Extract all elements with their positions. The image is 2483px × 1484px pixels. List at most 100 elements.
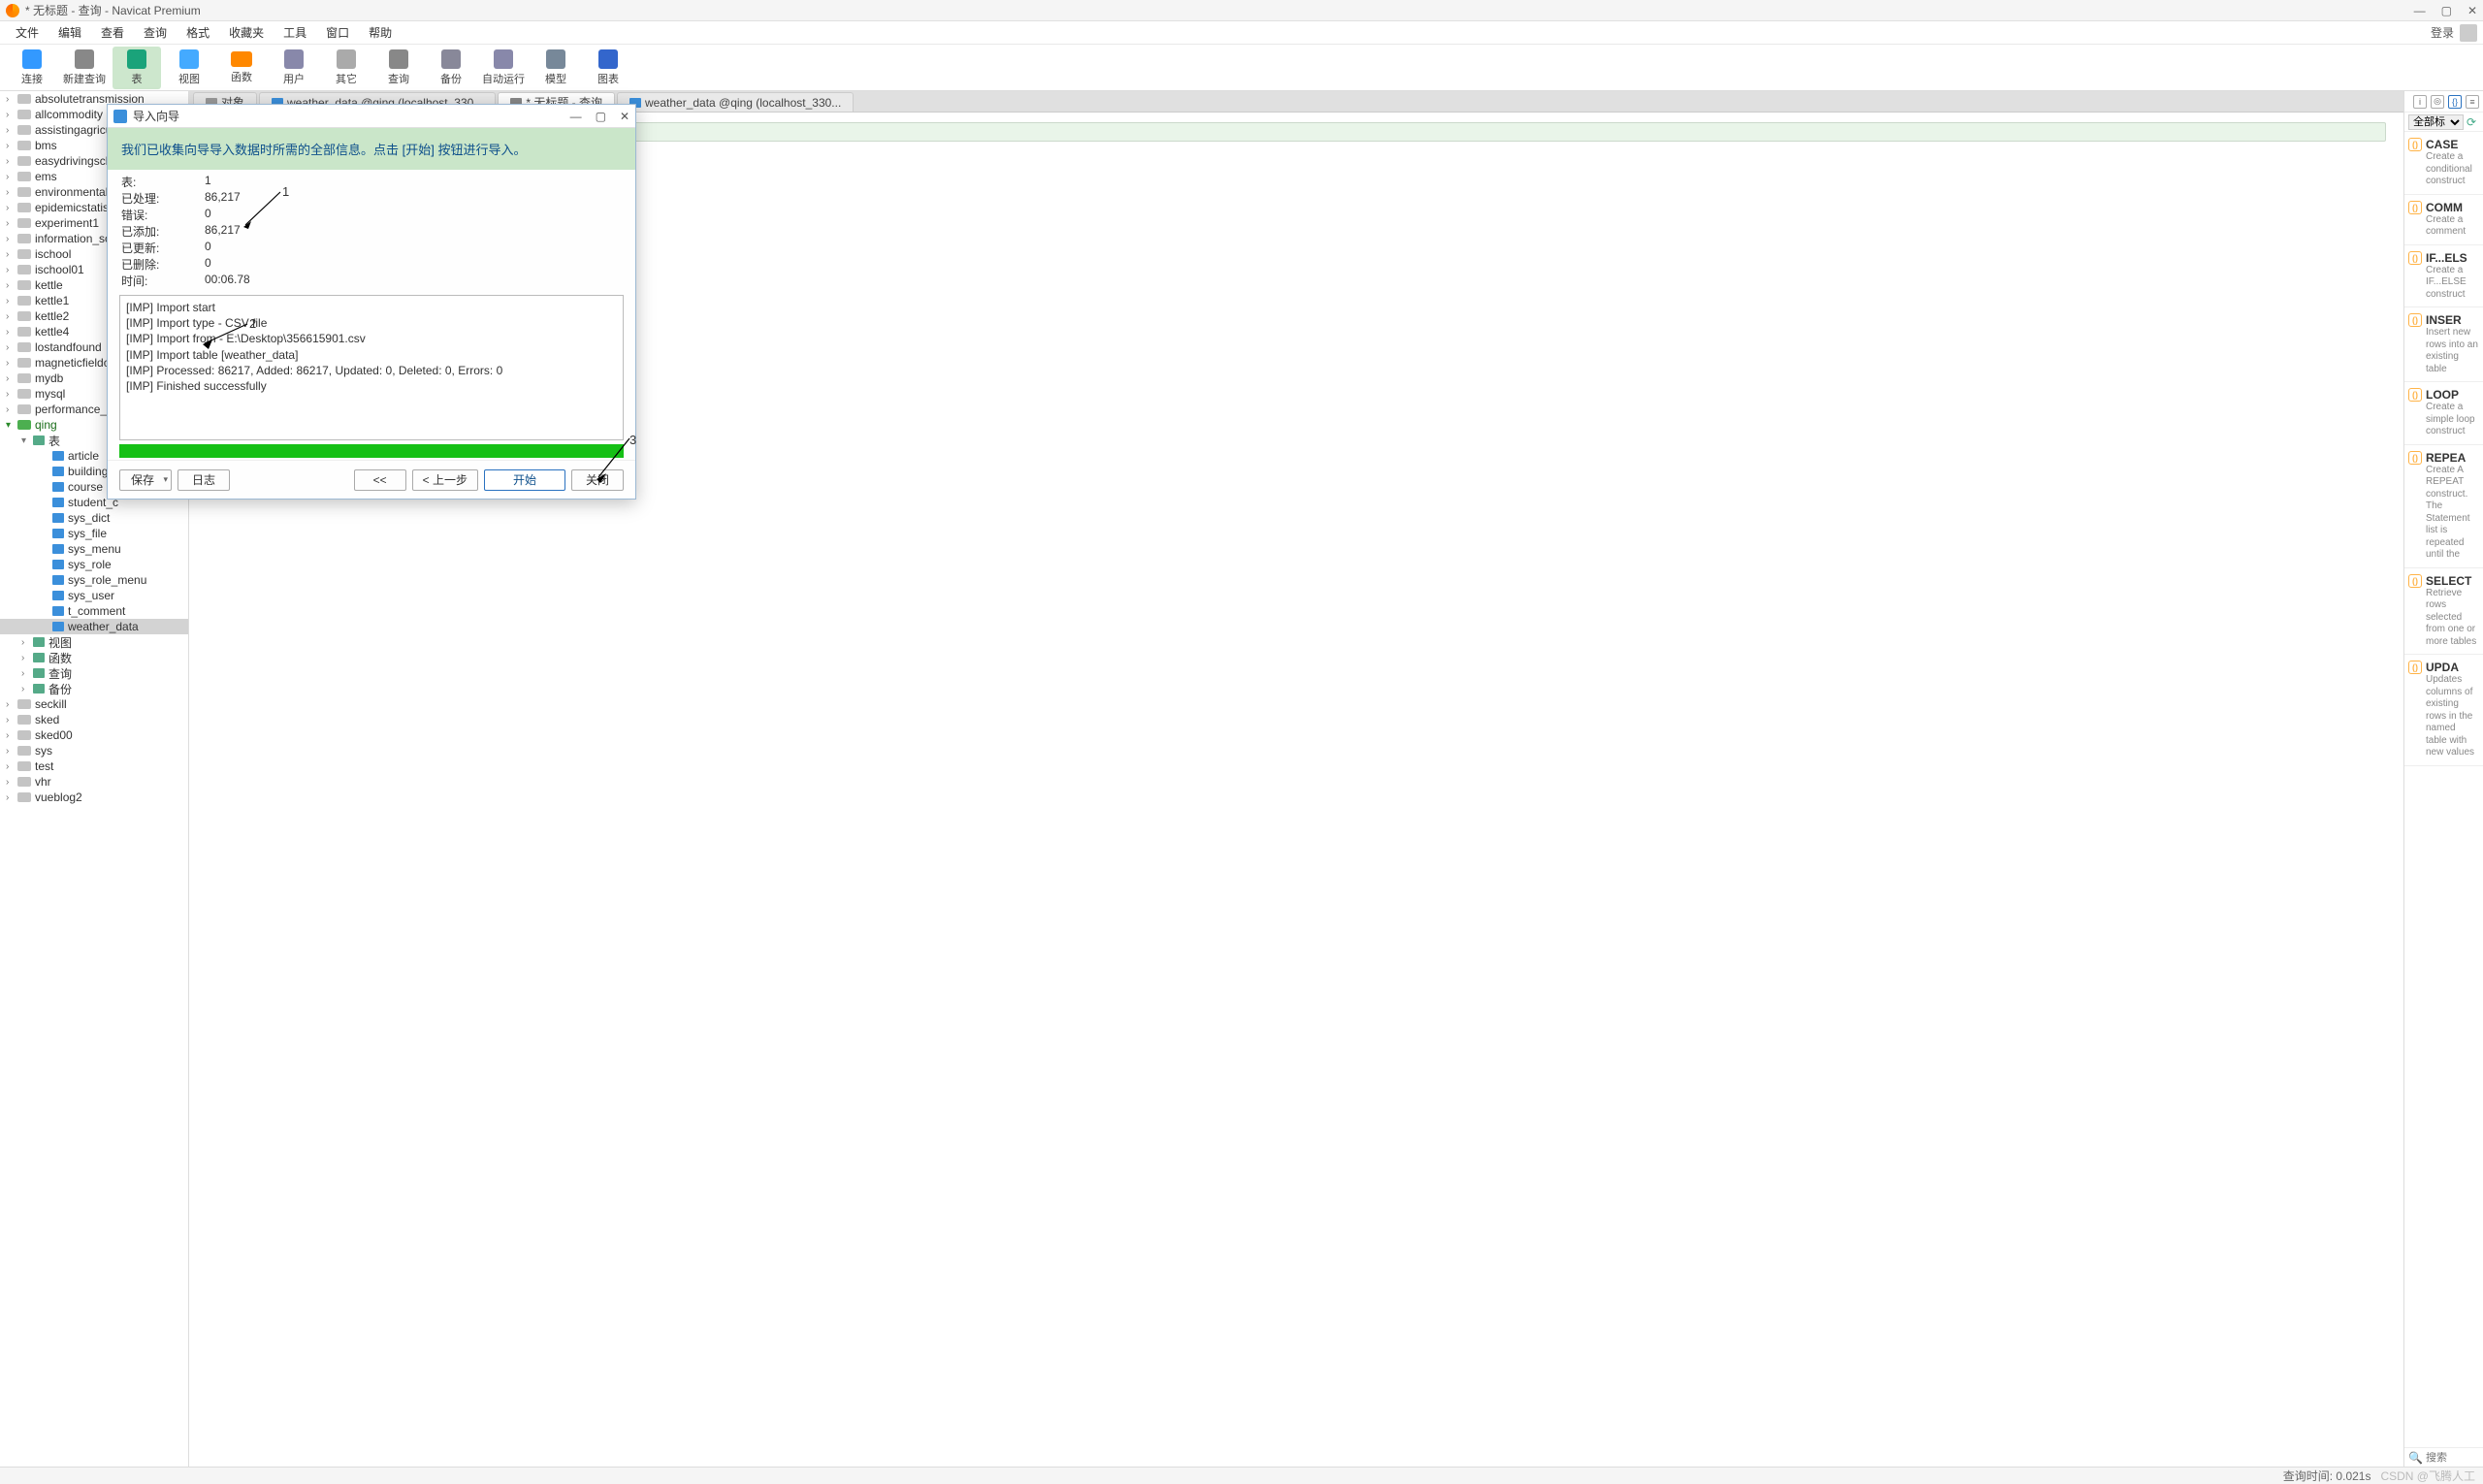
tree-item[interactable]: ›sked xyxy=(0,712,188,727)
tree-item[interactable]: ›seckill xyxy=(0,696,188,712)
toolbar-button[interactable]: 新建查询 xyxy=(60,47,109,89)
menu-item[interactable]: 查看 xyxy=(91,26,134,40)
toolbar-button[interactable]: 图表 xyxy=(584,47,632,89)
snippet-item[interactable]: ()UPDA Updates columns of existing rows … xyxy=(2404,655,2483,766)
tree-item[interactable]: sys_role_menu xyxy=(0,572,188,588)
tree-item[interactable]: ›sked00 xyxy=(0,727,188,743)
dialog-close-button[interactable]: ✕ xyxy=(620,110,629,123)
status-bar: 查询时间: 0.021s CSDN @飞腾人工 xyxy=(0,1467,2483,1484)
snippet-list[interactable]: ()CASE Create a conditional construct()C… xyxy=(2404,132,2483,1447)
snippet-item[interactable]: ()SELECT Retrieve rows selected from one… xyxy=(2404,568,2483,656)
database-icon xyxy=(17,94,31,104)
table-icon xyxy=(52,529,64,538)
snippet-item[interactable]: ()INSER Insert new rows into an existing… xyxy=(2404,307,2483,382)
tree-item[interactable]: t_comment xyxy=(0,603,188,619)
maximize-button[interactable]: ▢ xyxy=(2441,4,2452,17)
snippet-desc: Create a conditional construct xyxy=(2408,151,2479,188)
tree-label: vhr xyxy=(35,775,51,789)
tree-label: magneticfieldc xyxy=(35,356,110,370)
close-button[interactable]: ✕ xyxy=(2467,4,2477,17)
snippet-item[interactable]: ()IF...ELS Create a IF...ELSE construct xyxy=(2404,245,2483,308)
toolbar-button[interactable]: 表 xyxy=(113,47,161,89)
toolbar-label: 自动运行 xyxy=(482,71,525,86)
menu-item[interactable]: 查询 xyxy=(134,26,177,40)
tree-label: 函数 xyxy=(48,650,72,666)
toolbar-button[interactable]: 其它 xyxy=(322,47,371,89)
log-button[interactable]: 日志 xyxy=(177,469,230,491)
snippets-filter[interactable]: 全部标 ⟳ xyxy=(2404,113,2483,132)
toolbar-button[interactable]: 函数 xyxy=(217,47,266,89)
tree-label: environmentali xyxy=(35,185,111,199)
query-time-label: 查询时间: 0.021s xyxy=(2283,1468,2371,1484)
dialog-maximize-button[interactable]: ▢ xyxy=(596,110,606,123)
tree-item[interactable]: sys_user xyxy=(0,588,188,603)
refresh-icon[interactable]: ⟳ xyxy=(2464,115,2479,129)
tree-item[interactable]: sys_file xyxy=(0,526,188,541)
toolbar-button[interactable]: 视图 xyxy=(165,47,213,89)
tree-item[interactable]: ›函数 xyxy=(0,650,188,665)
toolbar-button[interactable]: 自动运行 xyxy=(479,47,528,89)
tree-item[interactable]: sys_role xyxy=(0,557,188,572)
tree-item[interactable]: ›vhr xyxy=(0,774,188,790)
first-page-button[interactable]: << xyxy=(354,469,406,491)
menu-item[interactable]: 编辑 xyxy=(48,26,91,40)
menu-item[interactable]: 文件 xyxy=(6,26,48,40)
toolbar-button[interactable]: 用户 xyxy=(270,47,318,89)
login-area[interactable]: 登录 xyxy=(2431,24,2477,42)
stat-processed-value: 86,217 xyxy=(205,190,622,207)
snippet-item[interactable]: ()CASE Create a conditional construct xyxy=(2404,132,2483,195)
toolbar-icon xyxy=(284,49,304,69)
snippet-desc: Create a IF...ELSE construct xyxy=(2408,265,2479,302)
info-icon[interactable]: i xyxy=(2413,95,2427,109)
snippet-item[interactable]: ()COMM Create a comment xyxy=(2404,195,2483,245)
menu-item[interactable]: 工具 xyxy=(274,26,316,40)
tree-item[interactable]: ›sys xyxy=(0,743,188,758)
snippets-filter-select[interactable]: 全部标 xyxy=(2408,114,2464,130)
eye-icon[interactable]: ◎ xyxy=(2431,95,2444,109)
toolbar-button[interactable]: 连接 xyxy=(8,47,56,89)
toolbar-label: 用户 xyxy=(283,71,305,86)
menu-item[interactable]: 格式 xyxy=(177,26,219,40)
snippet-item[interactable]: ()REPEA Create A REPEAT construct. The S… xyxy=(2404,445,2483,568)
tree-item[interactable]: weather_data xyxy=(0,619,188,634)
snippets-search[interactable]: 🔍 xyxy=(2404,1447,2483,1467)
snippet-item[interactable]: ()LOOP Create a simple loop construct xyxy=(2404,382,2483,445)
menu-item[interactable]: 窗口 xyxy=(316,26,359,40)
tree-label: ems xyxy=(35,170,57,183)
table-icon xyxy=(52,591,64,600)
toolbar-button[interactable]: 模型 xyxy=(532,47,580,89)
tree-item[interactable]: ›视图 xyxy=(0,634,188,650)
start-button[interactable]: 开始 xyxy=(484,469,565,491)
snippet-title: COMM xyxy=(2426,201,2463,214)
tree-item[interactable]: ›查询 xyxy=(0,665,188,681)
minimize-button[interactable]: ― xyxy=(2414,4,2426,17)
tree-label: weather_data xyxy=(68,620,139,633)
tree-label: seckill xyxy=(35,697,67,711)
database-icon xyxy=(17,234,31,243)
stat-tables-label: 表: xyxy=(121,174,199,190)
snippets-search-input[interactable] xyxy=(2426,1452,2479,1464)
toolbar-button[interactable]: 查询 xyxy=(374,47,423,89)
folder-icon xyxy=(33,653,45,662)
prev-step-button[interactable]: < 上一步 xyxy=(412,469,478,491)
tree-item[interactable]: ›备份 xyxy=(0,681,188,696)
braces-icon[interactable]: {} xyxy=(2448,95,2462,109)
menu-item[interactable]: 收藏夹 xyxy=(219,26,274,40)
list-icon[interactable]: ≡ xyxy=(2466,95,2479,109)
dialog-minimize-button[interactable]: ― xyxy=(570,110,582,123)
stat-tables-value: 1 xyxy=(205,174,622,190)
tree-item[interactable]: sys_dict xyxy=(0,510,188,526)
database-icon xyxy=(17,342,31,352)
tree-item[interactable]: sys_menu xyxy=(0,541,188,557)
toolbar-button[interactable]: 备份 xyxy=(427,47,475,89)
menu-item[interactable]: 帮助 xyxy=(359,26,402,40)
tree-item[interactable]: ›test xyxy=(0,758,188,774)
avatar-icon xyxy=(2460,24,2477,42)
save-button[interactable]: 保存 xyxy=(119,469,172,491)
tree-label: experiment1 xyxy=(35,216,99,230)
import-log[interactable]: [IMP] Import start [IMP] Import type - C… xyxy=(119,295,624,440)
tree-item[interactable]: ›vueblog2 xyxy=(0,790,188,805)
editor-tab[interactable]: weather_data @qing (localhost_330... xyxy=(617,92,854,112)
toolbar-label: 表 xyxy=(132,71,143,86)
close-dialog-button[interactable]: 关闭 xyxy=(571,469,624,491)
